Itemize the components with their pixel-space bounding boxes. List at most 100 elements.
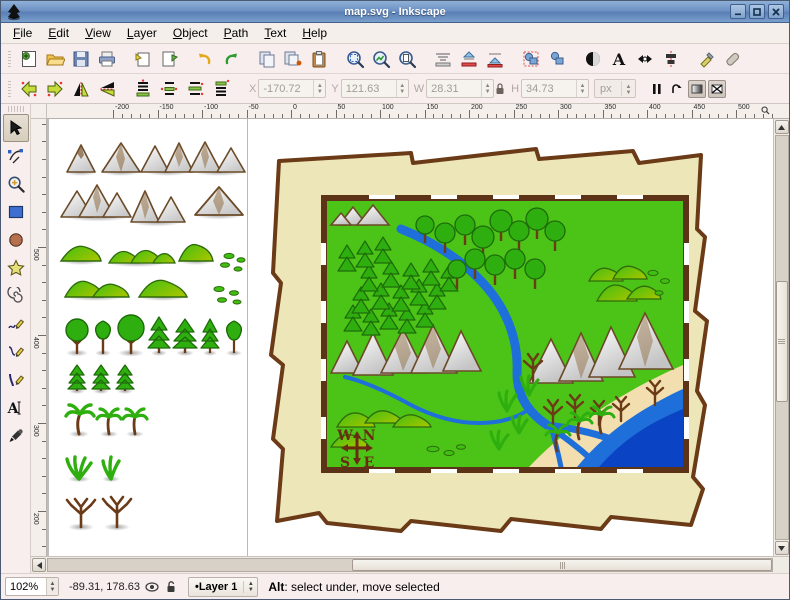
affect-rounded-corners-toggle[interactable] (668, 80, 686, 98)
menu-object[interactable]: Object (165, 24, 216, 42)
maximize-button[interactable] (749, 4, 765, 19)
zoom-field[interactable]: 102% ▲▼ (5, 577, 59, 596)
open-document-icon[interactable] (42, 46, 68, 72)
preferences-icon[interactable] (694, 46, 720, 72)
layer-dropdown-arrow[interactable]: ▲▼ (243, 581, 257, 593)
menu-edit[interactable]: Edit (40, 24, 77, 42)
affect-patterns-toggle[interactable] (708, 80, 726, 98)
ungroup-icon[interactable] (544, 46, 570, 72)
node-tool[interactable] (3, 142, 29, 170)
w-field-spinner[interactable]: ▲▼ (481, 80, 493, 97)
print-document-icon[interactable] (94, 46, 120, 72)
paste-icon[interactable] (306, 46, 332, 72)
vertical-scroll-track[interactable] (775, 135, 789, 540)
ellipse-tool[interactable] (3, 226, 29, 254)
tool-options-grip[interactable] (6, 79, 13, 99)
flip-horizontal-icon[interactable] (68, 76, 94, 102)
lower-one-step-icon[interactable] (482, 46, 508, 72)
fill-stroke-icon[interactable] (580, 46, 606, 72)
save-document-icon[interactable] (68, 46, 94, 72)
close-button[interactable] (768, 4, 784, 19)
lock-ratio-icon[interactable] (494, 82, 506, 96)
text-tool[interactable]: A (3, 394, 29, 422)
raise-button[interactable] (182, 76, 208, 102)
zoom-drawing-icon[interactable] (368, 46, 394, 72)
ruler-corner[interactable] (31, 104, 47, 119)
export-icon[interactable] (156, 46, 182, 72)
menu-layer-rest: ayer (134, 26, 157, 40)
raise-to-top-icon[interactable] (456, 46, 482, 72)
toolbox-grip[interactable] (8, 106, 24, 112)
scroll-down-button[interactable] (775, 541, 789, 555)
zoom-spinner[interactable]: ▲▼ (46, 578, 58, 595)
menu-help[interactable]: Help (294, 24, 335, 42)
y-field[interactable]: 121.63 ▲▼ (341, 79, 409, 98)
x-field-spinner[interactable]: ▲▼ (313, 80, 325, 97)
copy-icon[interactable] (254, 46, 280, 72)
h-field-spinner[interactable]: ▲▼ (576, 80, 588, 97)
redo-icon[interactable] (218, 46, 244, 72)
drawing-canvas[interactable]: W N S E (47, 119, 773, 556)
text-properties-icon[interactable]: A (606, 46, 632, 72)
horizontal-scroll-thumb[interactable] (352, 559, 772, 571)
rotate-90-cw-icon[interactable] (42, 76, 68, 102)
lower-to-bottom-icon[interactable] (430, 46, 456, 72)
group-icon[interactable] (518, 46, 544, 72)
eye-icon[interactable] (144, 581, 160, 593)
import-icon[interactable] (130, 46, 156, 72)
lower-button[interactable] (156, 76, 182, 102)
menu-text[interactable]: Text (256, 24, 294, 42)
zoom-page-icon[interactable] (394, 46, 420, 72)
scroll-left-button[interactable] (32, 558, 46, 572)
zoom-selection-icon[interactable] (342, 46, 368, 72)
affect-stroke-width-toggle[interactable] (648, 80, 666, 98)
lower-to-bottom-button[interactable] (130, 76, 156, 102)
toolbar-grip[interactable] (6, 49, 13, 69)
scroll-up-button[interactable] (775, 120, 789, 134)
spiral-tool[interactable] (3, 282, 29, 310)
x-field[interactable]: -170.72 ▲▼ (258, 79, 326, 98)
pencil-tool[interactable] (3, 310, 29, 338)
map-stencil-library[interactable] (59, 139, 249, 556)
unlocked-padlock-icon[interactable] (164, 580, 180, 593)
dropper-tool[interactable] (3, 422, 29, 450)
y-field-spinner[interactable]: ▲▼ (396, 80, 408, 97)
xml-editor-icon[interactable] (632, 46, 658, 72)
vertical-scrollbar[interactable] (773, 119, 789, 556)
layer-selector[interactable]: •Layer 1 ▲▼ (188, 577, 258, 597)
flip-vertical-icon[interactable] (94, 76, 120, 102)
w-field[interactable]: 28.31 ▲▼ (426, 79, 494, 98)
ruler-minor-tick (398, 114, 399, 118)
minimize-button[interactable] (730, 4, 746, 19)
menu-file[interactable]: File (5, 24, 40, 42)
new-document-icon[interactable] (16, 46, 42, 72)
menu-path[interactable]: Path (216, 24, 257, 42)
align-distribute-icon[interactable] (658, 46, 684, 72)
vertical-scroll-thumb[interactable] (776, 281, 788, 402)
menu-layer[interactable]: Layer (119, 24, 165, 42)
duplicate-icon[interactable] (280, 46, 306, 72)
horizontal-ruler[interactable]: -200-150-100-500501001502002503003504004… (47, 104, 773, 119)
raise-to-top-button[interactable] (208, 76, 234, 102)
ruler-minor-tick (300, 114, 301, 118)
fantasy-parchment-map[interactable]: W N S E (261, 133, 711, 533)
menu-view[interactable]: View (77, 24, 119, 42)
h-field[interactable]: 34.73 ▲▼ (521, 79, 589, 98)
title-bar: map.svg - Inkscape (1, 1, 789, 23)
bezier-pen-tool[interactable] (3, 338, 29, 366)
horizontal-scroll-track[interactable] (47, 558, 773, 572)
window-title: map.svg - Inkscape (1, 6, 789, 18)
document-properties-icon[interactable] (720, 46, 746, 72)
units-dropdown[interactable]: px ▲▼ (594, 79, 636, 98)
horizontal-scrollbar[interactable] (31, 556, 789, 573)
undo-icon[interactable] (192, 46, 218, 72)
zoom-tool[interactable] (3, 170, 29, 198)
selector-tool[interactable] (3, 114, 29, 142)
rotate-90-ccw-icon[interactable] (16, 76, 42, 102)
rectangle-tool[interactable] (3, 198, 29, 226)
vertical-ruler[interactable]: 500400300200 (31, 119, 47, 556)
calligraphy-pen-tool[interactable] (3, 366, 29, 394)
star-tool[interactable] (3, 254, 29, 282)
units-dropdown-arrow[interactable]: ▲▼ (621, 81, 635, 96)
affect-gradients-toggle[interactable] (688, 80, 706, 98)
